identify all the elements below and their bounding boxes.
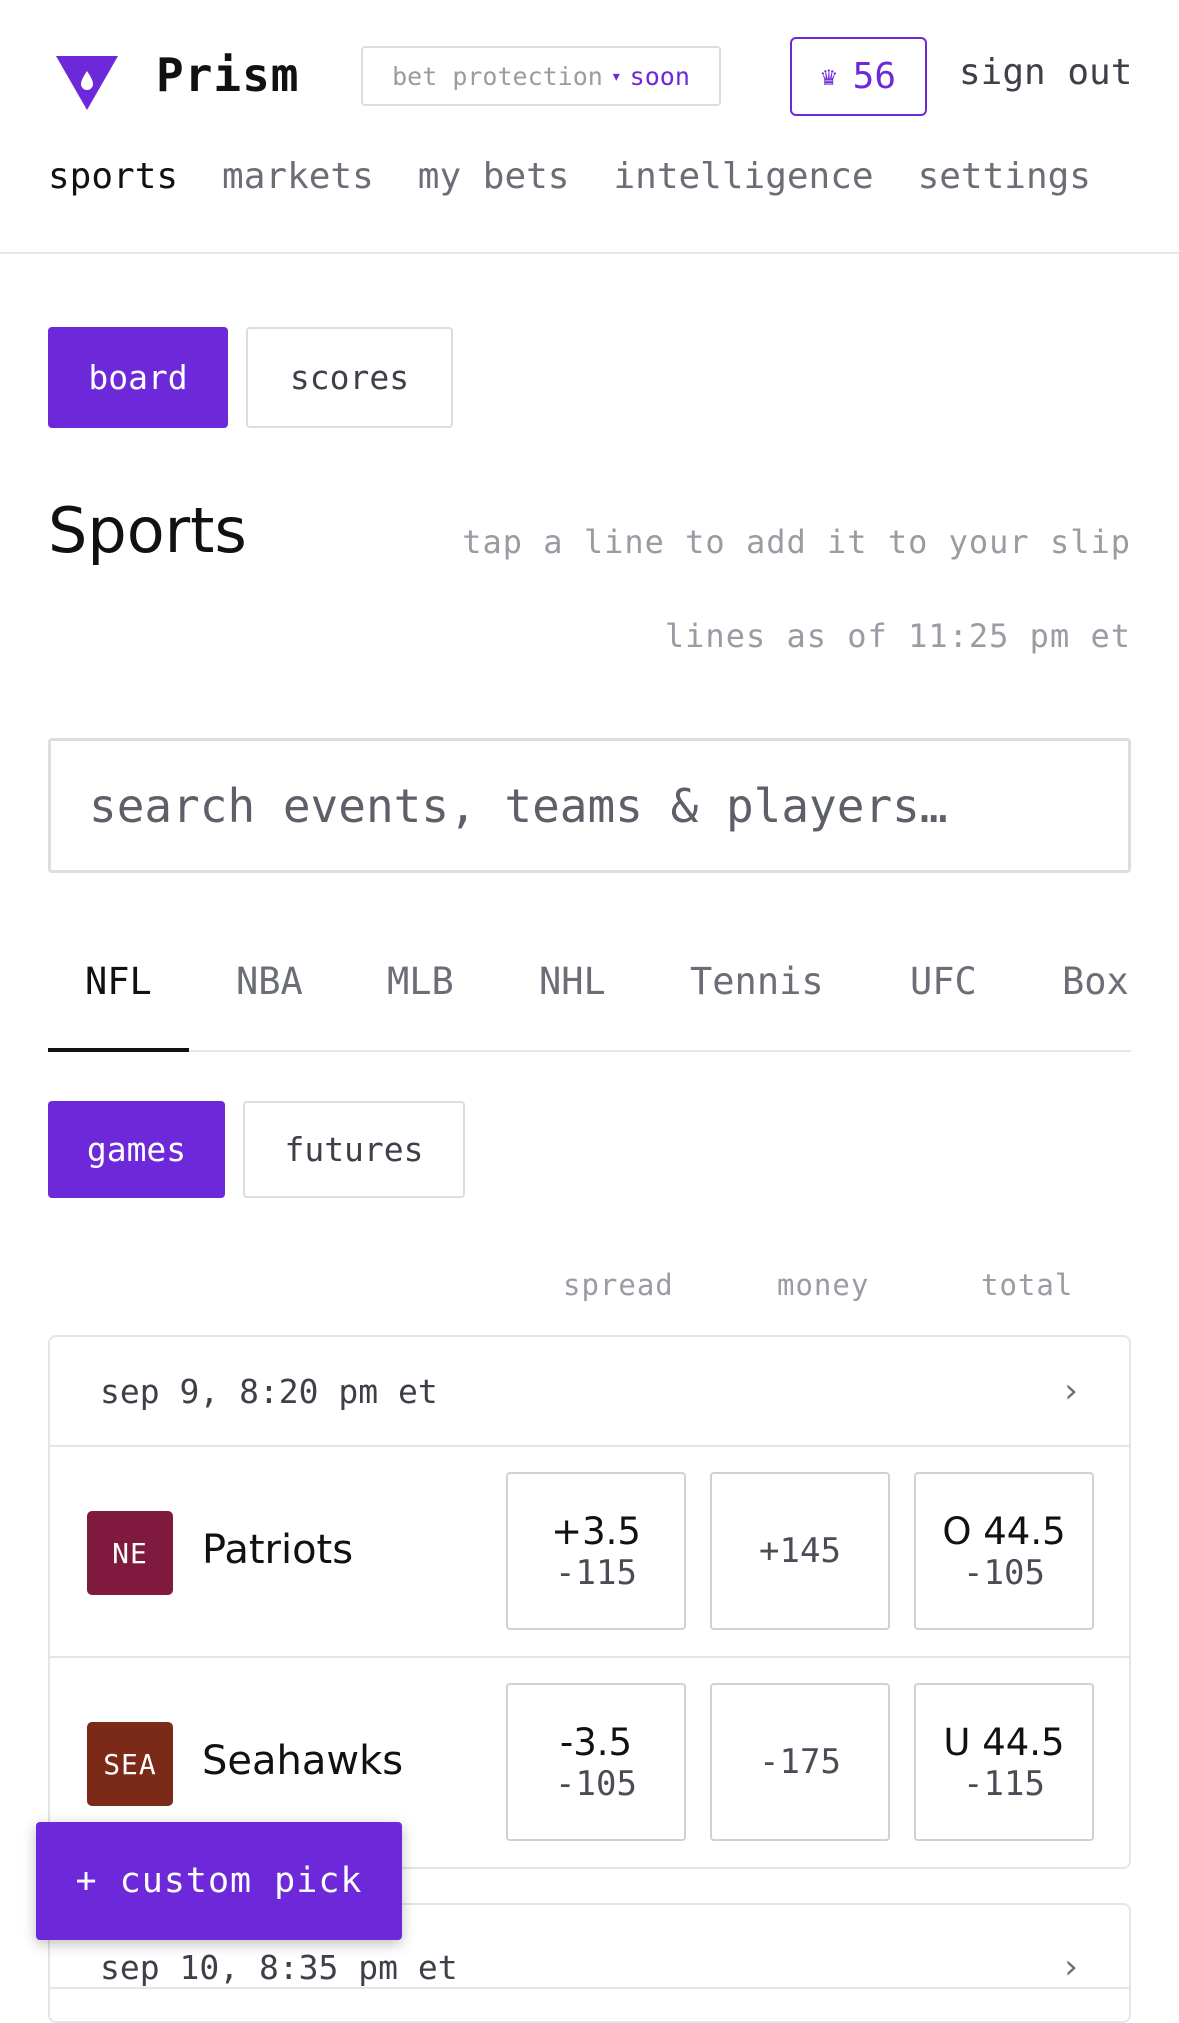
league-tab-underline xyxy=(48,1048,189,1052)
sign-out-link[interactable]: sign out xyxy=(959,52,1132,93)
main-nav: sports markets my bets intelligence sett… xyxy=(48,156,1091,197)
team-badge: SEA xyxy=(87,1722,173,1806)
credits-button[interactable]: ♛ 56 xyxy=(790,37,927,116)
scores-tab[interactable]: scores xyxy=(246,327,453,428)
moneyline-price: -175 xyxy=(759,1742,841,1782)
league-tab-ufc[interactable]: UFC xyxy=(910,960,977,1003)
spread-odds-button[interactable]: +3.5 -115 xyxy=(506,1472,686,1630)
team-badge: NE xyxy=(87,1511,173,1595)
page-title: Sports xyxy=(48,494,247,567)
game-card: sep 9, 8:20 pm et › NE Patriots +3.5 -11… xyxy=(48,1335,1131,1869)
total-price: -115 xyxy=(963,1763,1045,1804)
total-price: -105 xyxy=(963,1552,1045,1593)
spread-odds-button[interactable]: -3.5 -105 xyxy=(506,1683,686,1841)
total-line: U 44.5 xyxy=(943,1720,1065,1764)
league-tab-nfl[interactable]: NFL xyxy=(85,960,152,1003)
total-odds-button[interactable]: O 44.5 -105 xyxy=(914,1472,1094,1630)
bet-protection-status: soon xyxy=(629,61,690,91)
total-odds-button[interactable]: U 44.5 -115 xyxy=(914,1683,1094,1841)
games-tab[interactable]: games xyxy=(48,1101,225,1198)
spread-price: -105 xyxy=(555,1763,637,1804)
futures-tab[interactable]: futures xyxy=(243,1101,465,1198)
spread-line: -3.5 xyxy=(559,1720,633,1764)
bet-protection-label: bet protection xyxy=(392,61,603,91)
prism-logo-icon xyxy=(56,56,118,110)
league-tab-mlb[interactable]: MLB xyxy=(387,960,454,1003)
custom-pick-button[interactable]: + custom pick xyxy=(36,1822,402,1940)
caret-down-icon: ▾ xyxy=(610,65,622,87)
chevron-right-icon: › xyxy=(1060,1947,1081,1987)
game-time: sep 9, 8:20 pm et xyxy=(100,1371,438,1411)
team-row: NE Patriots +3.5 -115 +145 O 44.5 -105 xyxy=(50,1447,1129,1658)
team-name: Patriots xyxy=(202,1527,354,1573)
moneyline-price: +145 xyxy=(759,1531,841,1571)
team-name: Seahawks xyxy=(202,1738,404,1784)
nav-settings[interactable]: settings xyxy=(918,156,1091,197)
lines-timestamp: lines as of 11:25 pm et xyxy=(664,617,1131,655)
board-tab[interactable]: board xyxy=(48,327,228,428)
game-time: sep 10, 8:35 pm et xyxy=(100,1948,458,1987)
league-tab-nhl[interactable]: NHL xyxy=(539,960,606,1003)
slip-hint: tap a line to add it to your slip xyxy=(462,523,1131,561)
moneyline-odds-button[interactable]: -175 xyxy=(710,1683,890,1841)
game-header[interactable]: sep 9, 8:20 pm et › xyxy=(50,1337,1129,1447)
nav-my-bets[interactable]: my bets xyxy=(418,156,570,197)
total-line: O 44.5 xyxy=(942,1509,1066,1553)
moneyline-odds-button[interactable]: +145 xyxy=(710,1472,890,1630)
column-header-money: money xyxy=(777,1268,870,1302)
chevron-right-icon: › xyxy=(1060,1371,1081,1411)
spread-price: -115 xyxy=(555,1552,637,1593)
search-input[interactable] xyxy=(48,738,1131,873)
league-tab-box[interactable]: Box xyxy=(1062,960,1129,1003)
column-header-total: total xyxy=(981,1268,1074,1302)
crown-icon: ♛ xyxy=(820,61,837,92)
league-tabs: NFL NBA MLB NHL Tennis UFC Box xyxy=(48,948,1131,1052)
league-tab-tennis[interactable]: Tennis xyxy=(690,960,824,1003)
credits-count: 56 xyxy=(852,56,896,97)
column-header-spread: spread xyxy=(563,1268,674,1302)
bet-protection-badge: bet protection ▾ soon xyxy=(361,46,721,106)
nav-intelligence[interactable]: intelligence xyxy=(613,156,873,197)
spread-line: +3.5 xyxy=(551,1509,641,1553)
brand-name: Prism xyxy=(156,48,300,102)
nav-markets[interactable]: markets xyxy=(222,156,374,197)
nav-sports[interactable]: sports xyxy=(48,156,178,197)
header-divider xyxy=(0,252,1179,254)
league-tab-nba[interactable]: NBA xyxy=(236,960,303,1003)
